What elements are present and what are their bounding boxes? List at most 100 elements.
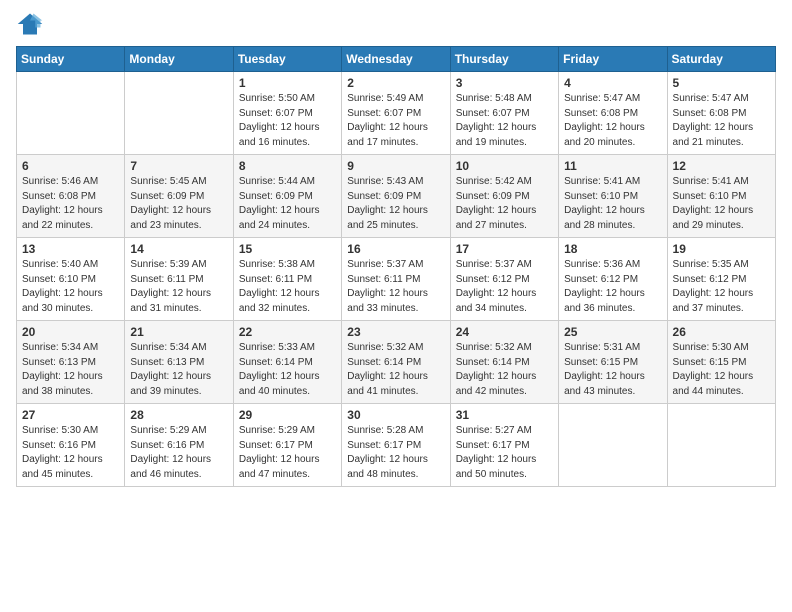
- calendar-cell: 26Sunrise: 5:30 AMSunset: 6:15 PMDayligh…: [667, 321, 775, 404]
- day-number: 2: [347, 76, 444, 90]
- calendar-cell: 4Sunrise: 5:47 AMSunset: 6:08 PMDaylight…: [559, 72, 667, 155]
- calendar-cell: 22Sunrise: 5:33 AMSunset: 6:14 PMDayligh…: [233, 321, 341, 404]
- calendar-cell: 14Sunrise: 5:39 AMSunset: 6:11 PMDayligh…: [125, 238, 233, 321]
- sunset-text: Sunset: 6:10 PM: [22, 273, 119, 288]
- sunrise-text: Sunrise: 5:29 AM: [130, 424, 227, 439]
- day-number: 25: [564, 325, 661, 339]
- sunrise-text: Sunrise: 5:28 AM: [347, 424, 444, 439]
- sunset-text: Sunset: 6:14 PM: [239, 356, 336, 371]
- calendar-cell: 16 Sunrise: 5:37 AMSunset: 6:11 PMDayligh…: [342, 238, 450, 321]
- sunset-text: Sunset: 6:11 PM: [347, 273, 444, 288]
- daylight-text: Daylight: 12 hours and 50 minutes.: [456, 453, 553, 482]
- sunset-text: Sunset: 6:09 PM: [347, 190, 444, 205]
- daylight-text: Daylight: 12 hours and 24 minutes.: [239, 204, 336, 233]
- cell-content: Sunrise: 5:32 AMSunset: 6:14 PMDaylight:…: [456, 341, 553, 399]
- cell-content: Sunrise: 5:44 AMSunset: 6:09 PMDaylight:…: [239, 175, 336, 233]
- page: SundayMondayTuesdayWednesdayThursdayFrid…: [0, 0, 792, 612]
- sunset-text: Sunset: 6:16 PM: [130, 439, 227, 454]
- day-number: 1: [239, 76, 336, 90]
- daylight-text: Daylight: 12 hours and 16 minutes.: [239, 121, 336, 150]
- daylight-text: Daylight: 12 hours and 39 minutes.: [130, 370, 227, 399]
- sunrise-text: Sunrise: 5:30 AM: [22, 424, 119, 439]
- sunset-text: Sunset: 6:07 PM: [239, 107, 336, 122]
- day-number: 27: [22, 408, 119, 422]
- day-number: 24: [456, 325, 553, 339]
- daylight-text: Daylight: 12 hours and 42 minutes.: [456, 370, 553, 399]
- sunset-text: Sunset: 6:11 PM: [239, 273, 336, 288]
- weekday-header-tuesday: Tuesday: [233, 47, 341, 72]
- sunset-text: Sunset: 6:15 PM: [673, 356, 770, 371]
- calendar-cell: 24 Sunrise: 5:32 AMSunset: 6:14 PMDayligh…: [450, 321, 558, 404]
- day-number: 21: [130, 325, 227, 339]
- calendar-cell: 11Sunrise: 5:41 AMSunset: 6:10 PMDayligh…: [559, 155, 667, 238]
- calendar-week-2: 6Sunrise: 5:46 AMSunset: 6:08 PMDaylight…: [17, 155, 776, 238]
- sunrise-text: Sunrise: 5:37 AM: [347, 258, 444, 273]
- cell-content: Sunrise: 5:50 AMSunset: 6:07 PMDaylight:…: [239, 92, 336, 150]
- sunset-text: Sunset: 6:09 PM: [130, 190, 227, 205]
- calendar-cell: 23Sunrise: 5:32 AMSunset: 6:14 PMDayligh…: [342, 321, 450, 404]
- calendar-cell: [17, 72, 125, 155]
- calendar-cell: [125, 72, 233, 155]
- sunrise-text: Sunrise: 5:44 AM: [239, 175, 336, 190]
- sunset-text: Sunset: 6:17 PM: [239, 439, 336, 454]
- daylight-text: Daylight: 12 hours and 34 minutes.: [456, 287, 553, 316]
- cell-content: Sunrise: 5:42 AMSunset: 6:09 PMDaylight:…: [456, 175, 553, 233]
- daylight-text: Daylight: 12 hours and 38 minutes.: [22, 370, 119, 399]
- calendar-cell: 7Sunrise: 5:45 AMSunset: 6:09 PMDaylight…: [125, 155, 233, 238]
- weekday-header-sunday: Sunday: [17, 47, 125, 72]
- daylight-text: Daylight: 12 hours and 40 minutes.: [239, 370, 336, 399]
- day-number: 11: [564, 159, 661, 173]
- day-number: 9: [347, 159, 444, 173]
- sunrise-text: Sunrise: 5:31 AM: [564, 341, 661, 356]
- calendar-header-row: SundayMondayTuesdayWednesdayThursdayFrid…: [17, 47, 776, 72]
- cell-content: Sunrise: 5:48 AMSunset: 6:07 PMDaylight:…: [456, 92, 553, 150]
- sunrise-text: Sunrise: 5:47 AM: [673, 92, 770, 107]
- day-number: 16: [347, 242, 444, 256]
- daylight-text: Daylight: 12 hours and 31 minutes.: [130, 287, 227, 316]
- daylight-text: Daylight: 12 hours and 22 minutes.: [22, 204, 119, 233]
- cell-content: Sunrise: 5:37 AMSunset: 6:12 PMDaylight:…: [456, 258, 553, 316]
- cell-content: Sunrise: 5:34 AMSunset: 6:13 PMDaylight:…: [130, 341, 227, 399]
- cell-content: Sunrise: 5:28 AMSunset: 6:17 PMDaylight:…: [347, 424, 444, 482]
- day-number: 13: [22, 242, 119, 256]
- sunset-text: Sunset: 6:12 PM: [673, 273, 770, 288]
- calendar-cell: 3Sunrise: 5:48 AMSunset: 6:07 PMDaylight…: [450, 72, 558, 155]
- calendar-cell: 17Sunrise: 5:37 AMSunset: 6:12 PMDayligh…: [450, 238, 558, 321]
- calendar-cell: 21 Sunrise: 5:34 AMSunset: 6:13 PMDayligh…: [125, 321, 233, 404]
- cell-content: Sunrise: 5:37 AMSunset: 6:11 PMDaylight:…: [347, 258, 444, 316]
- day-number: 19: [673, 242, 770, 256]
- daylight-text: Daylight: 12 hours and 33 minutes.: [347, 287, 444, 316]
- cell-content: Sunrise: 5:46 AMSunset: 6:08 PMDaylight:…: [22, 175, 119, 233]
- calendar-cell: 9 Sunrise: 5:43 AMSunset: 6:09 PMDaylight…: [342, 155, 450, 238]
- sunrise-text: Sunrise: 5:41 AM: [673, 175, 770, 190]
- calendar-week-3: 13Sunrise: 5:40 AMSunset: 6:10 PMDayligh…: [17, 238, 776, 321]
- sunrise-text: Sunrise: 5:50 AM: [239, 92, 336, 107]
- day-number: 4: [564, 76, 661, 90]
- sunrise-text: Sunrise: 5:43 AM: [347, 175, 444, 190]
- logo: [16, 10, 48, 38]
- daylight-text: Daylight: 12 hours and 48 minutes.: [347, 453, 444, 482]
- sunset-text: Sunset: 6:10 PM: [673, 190, 770, 205]
- calendar-week-5: 27 Sunrise: 5:30 AM Sunset: 6:16 PM Dayligh…: [17, 404, 776, 487]
- sunrise-text: Sunrise: 5:34 AM: [130, 341, 227, 356]
- cell-content: Sunrise: 5:33 AMSunset: 6:14 PMDaylight:…: [239, 341, 336, 399]
- weekday-header-friday: Friday: [559, 47, 667, 72]
- sunset-text: Sunset: 6:08 PM: [22, 190, 119, 205]
- daylight-text: Daylight: 12 hours and 32 minutes.: [239, 287, 336, 316]
- cell-content: Sunrise: 5:38 AMSunset: 6:11 PMDaylight:…: [239, 258, 336, 316]
- sunrise-text: Sunrise: 5:39 AM: [130, 258, 227, 273]
- day-number: 12: [673, 159, 770, 173]
- calendar-cell: 29Sunrise: 5:29 AMSunset: 6:17 PMDayligh…: [233, 404, 341, 487]
- cell-content: Sunrise: 5:35 AMSunset: 6:12 PMDaylight:…: [673, 258, 770, 316]
- sunset-text: Sunset: 6:15 PM: [564, 356, 661, 371]
- sunrise-text: Sunrise: 5:32 AM: [347, 341, 444, 356]
- sunrise-text: Sunrise: 5:41 AM: [564, 175, 661, 190]
- daylight-text: Daylight: 12 hours and 25 minutes.: [347, 204, 444, 233]
- sunset-text: Sunset: 6:12 PM: [456, 273, 553, 288]
- cell-content: Sunrise: 5:39 AMSunset: 6:11 PMDaylight:…: [130, 258, 227, 316]
- sunrise-text: Sunrise: 5:29 AM: [239, 424, 336, 439]
- day-number: 28: [130, 408, 227, 422]
- sunrise-text: Sunrise: 5:30 AM: [673, 341, 770, 356]
- calendar-cell: 15Sunrise: 5:38 AMSunset: 6:11 PMDayligh…: [233, 238, 341, 321]
- daylight-text: Daylight: 12 hours and 47 minutes.: [239, 453, 336, 482]
